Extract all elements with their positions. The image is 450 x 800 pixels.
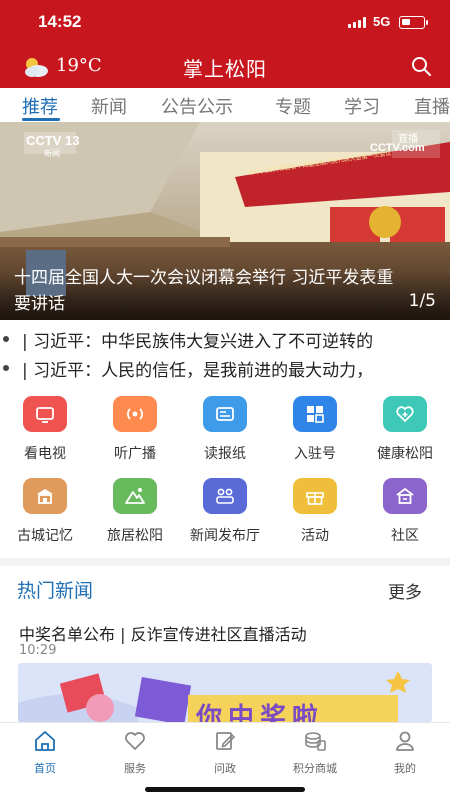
home-indicator <box>145 787 305 792</box>
status-time: 14:52 <box>38 12 82 31</box>
tab-label: 我的 <box>394 762 416 775</box>
grid-item-press-room[interactable]: 新闻发布厅 <box>180 472 270 550</box>
apps-icon <box>293 396 337 432</box>
newspaper-icon <box>203 396 247 432</box>
tv-icon <box>23 396 67 432</box>
section-divider <box>0 558 450 566</box>
bullet-icon <box>3 365 9 371</box>
quick-access-grid: 看电视 听广播 读报纸 入驻号 健康松阳 古城记忆 旅居松阳 新闻发布厅 活动 … <box>0 390 450 550</box>
tab-label: 积分商城 <box>293 762 337 775</box>
grid-item-ancient-city[interactable]: 古城记忆 <box>0 472 90 550</box>
tab-label: 首页 <box>34 762 56 775</box>
health-icon <box>383 396 427 432</box>
channel-sub: 新闻 <box>44 149 60 158</box>
hot-news-title: 热门新闻 <box>17 580 94 602</box>
more-button[interactable]: 更多 <box>388 578 422 603</box>
ancient-city-icon <box>23 478 67 514</box>
grid-item-tv[interactable]: 看电视 <box>0 390 90 468</box>
grid-label: 古城记忆 <box>17 528 73 544</box>
tab-service[interactable]: 服务 <box>90 729 180 775</box>
grid-item-travel[interactable]: 旅居松阳 <box>90 472 180 550</box>
tab-announcements[interactable]: 公告公示 <box>161 93 233 119</box>
banner-carousel[interactable]: CCTV 13 新闻 直播 CCTV.com 中华人民共和国第十四届全国人民代表… <box>0 122 450 320</box>
tab-inquiry[interactable]: 问政 <box>180 729 270 775</box>
grid-item-accounts[interactable]: 入驻号 <box>270 390 360 468</box>
grid-item-health[interactable]: 健康松阳 <box>360 390 450 468</box>
channel-logo: CCTV 13 <box>26 133 80 148</box>
tab-live[interactable]: 直播 <box>414 93 450 119</box>
grid-label: 读报纸 <box>204 446 246 462</box>
home-icon <box>35 731 55 751</box>
tab-recommend[interactable]: 推荐 <box>22 93 58 119</box>
tab-label: 问政 <box>214 762 236 775</box>
press-room-icon <box>203 478 247 514</box>
network-type: 5G <box>373 14 391 29</box>
app-title: 掌上松阳 <box>183 57 267 81</box>
tab-home[interactable]: 首页 <box>0 729 90 775</box>
grid-label: 活动 <box>301 528 329 544</box>
grid-item-community[interactable]: 社区 <box>360 472 450 550</box>
tab-points-mall[interactable]: 积分商城 <box>270 729 360 775</box>
bullet-icon <box>3 336 9 342</box>
gift-icon <box>293 478 337 514</box>
banner-caption: 十四届全国人大一次会议闭幕会举行 习近平发表重要讲话 <box>14 268 394 314</box>
ticker-item[interactable]: | 习近平：中华民族伟大复兴进入了不可逆转的 <box>0 326 450 352</box>
tab-study[interactable]: 学习 <box>344 93 380 119</box>
active-tab-indicator <box>22 118 60 121</box>
grid-item-newspaper[interactable]: 读报纸 <box>180 390 270 468</box>
grid-label: 社区 <box>391 528 419 544</box>
signal-icon <box>348 17 368 28</box>
tab-topics[interactable]: 专题 <box>275 93 311 119</box>
community-icon <box>383 478 427 514</box>
ticker-item[interactable]: | 习近平：人民的信任，是我前进的最大动力， <box>0 355 450 381</box>
edit-icon <box>216 732 236 750</box>
app-header: 19°C 掌上松阳 <box>0 44 450 88</box>
status-bar: 14:52 5G <box>0 0 450 44</box>
grid-item-events[interactable]: 活动 <box>270 472 360 550</box>
mountain-icon <box>113 478 157 514</box>
radio-icon <box>113 396 157 432</box>
category-tabs: 推荐 新闻 公告公示 专题 学习 直播 <box>0 88 450 122</box>
coins-icon <box>305 732 326 751</box>
grid-label: 听广播 <box>114 446 156 462</box>
search-icon[interactable] <box>410 55 432 77</box>
user-icon <box>396 731 414 751</box>
grid-label: 入驻号 <box>294 446 336 462</box>
news-image-text: 你中奖啦 <box>196 703 325 723</box>
grid-item-radio[interactable]: 听广播 <box>90 390 180 468</box>
grid-label: 健康松阳 <box>377 446 433 462</box>
ticker-text: | 习近平：中华民族伟大复兴进入了不可逆转的 <box>22 332 374 352</box>
grid-label: 旅居松阳 <box>107 528 163 544</box>
news-item-title[interactable]: 中奖名单公布 | 反诈宣传进社区直播活动 <box>19 621 307 645</box>
news-item-image[interactable]: 你中奖啦 <box>18 663 432 723</box>
tab-label: 服务 <box>124 762 146 775</box>
headline-ticker: | 习近平：中华民族伟大复兴进入了不可逆转的 | 习近平：人民的信任，是我前进的… <box>0 326 450 382</box>
tab-news[interactable]: 新闻 <box>91 93 127 119</box>
battery-icon <box>399 16 428 29</box>
ticker-text: | 习近平：人民的信任，是我前进的最大动力， <box>22 361 374 381</box>
tab-profile[interactable]: 我的 <box>360 729 450 775</box>
heart-icon <box>125 732 145 750</box>
banner-counter: 1/5 <box>408 291 436 311</box>
grid-label: 新闻发布厅 <box>190 528 260 544</box>
news-item-time: 10:29 <box>19 643 57 658</box>
grid-label: 看电视 <box>24 446 66 462</box>
